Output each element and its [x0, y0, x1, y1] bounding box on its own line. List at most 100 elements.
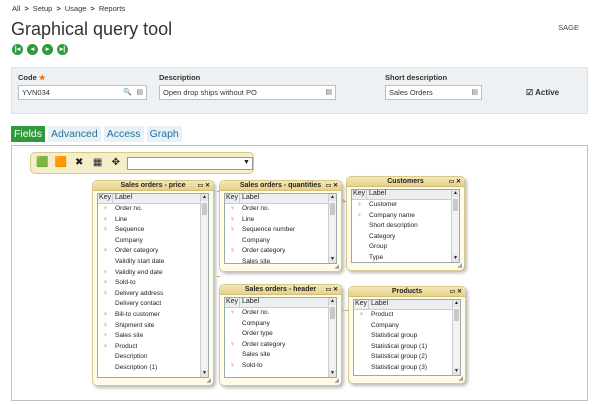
table-controls-icon[interactable]: ▭ ✕ — [198, 181, 210, 191]
scroll-up-icon[interactable]: ▲ — [329, 194, 336, 201]
tab-fields[interactable]: Fields — [11, 126, 46, 142]
field-row[interactable]: ♀ Line — [225, 215, 336, 226]
field-row[interactable]: ♀ Product — [98, 342, 208, 353]
first-record-icon[interactable]: |◂ — [12, 44, 23, 55]
breadcrumb-all[interactable]: All — [12, 4, 20, 13]
scroll-up-icon[interactable]: ▲ — [452, 190, 459, 197]
field-row[interactable]: ♀ Order no. — [225, 308, 336, 319]
table-title[interactable]: Customers ▭ ✕ — [347, 177, 464, 187]
table-controls-icon[interactable]: ▭ ✕ — [449, 177, 461, 187]
code-field[interactable]: YVN034 🔍 ▤ — [18, 85, 147, 100]
tab-advanced[interactable]: Advanced — [48, 126, 101, 142]
table-sales-orders-quantities[interactable]: Sales orders - quantities ▭ ✕ Key Label ♀ Ord… — [219, 180, 342, 272]
next-record-icon[interactable]: ▸ — [42, 44, 53, 55]
resize-grip-icon[interactable]: ◢ — [458, 375, 463, 382]
table-controls-icon[interactable]: ▭ ✕ — [326, 181, 338, 191]
scrollbar[interactable]: ▲ ▼ — [451, 190, 459, 262]
scrollbar[interactable]: ▲ ▼ — [452, 300, 460, 375]
table-sales-orders-price[interactable]: Sales orders - price ▭ ✕ Key Label ♀ Order no… — [92, 180, 214, 386]
field-row[interactable]: ♀ Line — [98, 215, 208, 226]
query-canvas[interactable]: 🟩 🟧 ✖ ▦ ✥ ▼ Sales orders - price ▭ ✕ Key La… — [11, 145, 588, 401]
field-row[interactable]: ♀ Bill-to customer — [98, 310, 208, 321]
description-field[interactable]: Open drop ships without PO ▤ — [159, 85, 336, 100]
field-row[interactable]: Statistical group — [354, 331, 460, 342]
scroll-thumb[interactable] — [330, 203, 335, 215]
search-icon[interactable]: 🔍 — [123, 88, 132, 96]
field-row[interactable]: Company — [354, 321, 460, 332]
tab-access[interactable]: Access — [103, 126, 144, 142]
field-row[interactable]: ♀ Sold-to — [98, 278, 208, 289]
scroll-down-icon[interactable]: ▼ — [329, 370, 336, 377]
field-row[interactable]: Statistical group (3) — [354, 363, 460, 374]
field-row[interactable]: Company — [225, 319, 336, 330]
resize-grip-icon[interactable]: ◢ — [334, 263, 339, 270]
scrollbar[interactable]: ▲ ▼ — [328, 194, 336, 263]
scrollbar[interactable]: ▲ ▼ — [200, 194, 208, 377]
field-row[interactable]: ♀ Product — [354, 310, 460, 321]
scroll-thumb[interactable] — [453, 199, 458, 211]
field-row[interactable]: Short description — [352, 221, 459, 232]
scrollbar[interactable]: ▲ ▼ — [328, 298, 336, 377]
scroll-down-icon[interactable]: ▼ — [452, 255, 459, 262]
field-row[interactable]: Company — [225, 236, 336, 247]
previous-record-icon[interactable]: ◂ — [27, 44, 38, 55]
field-row[interactable]: Order type — [225, 329, 336, 340]
breadcrumb-usage[interactable]: Usage — [65, 4, 87, 13]
lookup-icon[interactable]: ▤ — [136, 88, 143, 96]
field-row[interactable]: Category — [352, 232, 459, 243]
table-title[interactable]: Sales orders - price ▭ ✕ — [93, 181, 213, 191]
breadcrumb-reports[interactable]: Reports — [99, 4, 125, 13]
table-controls-icon[interactable]: ▭ ✕ — [326, 285, 338, 295]
translate-icon[interactable]: ▤ — [325, 88, 332, 96]
field-row[interactable]: ♀ Customer — [352, 200, 459, 211]
resize-grip-icon[interactable]: ◢ — [206, 377, 211, 384]
table-sales-orders-header[interactable]: Sales orders - header ▭ ✕ Key Label ♀ Order n… — [219, 284, 342, 386]
scroll-thumb[interactable] — [454, 309, 459, 321]
field-row[interactable]: ♀ Order category — [98, 246, 208, 257]
tab-graph[interactable]: Graph — [146, 126, 182, 142]
field-row[interactable]: Statistical group (2) — [354, 352, 460, 363]
resize-grip-icon[interactable]: ◢ — [457, 262, 462, 269]
field-row[interactable]: Delivery contact — [98, 299, 208, 310]
add-table-icon[interactable]: 🟩 — [36, 156, 49, 170]
field-row[interactable]: ♀ Shipment site — [98, 321, 208, 332]
field-row[interactable]: Description — [98, 352, 208, 363]
field-row[interactable]: ♀ Sequence number — [225, 225, 336, 236]
resize-grip-icon[interactable]: ◢ — [334, 377, 339, 384]
scroll-down-icon[interactable]: ▼ — [453, 368, 460, 375]
active-checkbox[interactable]: ☑ Active — [526, 88, 559, 97]
scroll-thumb[interactable] — [330, 307, 335, 319]
field-row[interactable]: Company — [98, 236, 208, 247]
translate-icon[interactable]: ▤ — [471, 88, 478, 96]
scroll-up-icon[interactable]: ▲ — [201, 194, 208, 201]
table-controls-icon[interactable]: ▭ ✕ — [450, 287, 462, 297]
table-customers[interactable]: Customers ▭ ✕ Key Label ♀ Customer ♀ Company na… — [346, 176, 465, 271]
table-select[interactable]: ▼ — [127, 156, 253, 170]
last-record-icon[interactable]: ▸| — [57, 44, 68, 55]
table-title[interactable]: Sales orders - header ▭ ✕ — [220, 285, 341, 295]
properties-icon[interactable]: ▦ — [91, 156, 104, 170]
scroll-down-icon[interactable]: ▼ — [329, 256, 336, 263]
field-row[interactable]: ♀ Sequence — [98, 225, 208, 236]
table-title[interactable]: Sales orders - quantities ▭ ✕ — [220, 181, 341, 191]
field-row[interactable]: ♀ Sales site — [98, 331, 208, 342]
scroll-thumb[interactable] — [202, 203, 207, 215]
field-row[interactable]: ♀ Order category — [225, 340, 336, 351]
field-row[interactable]: ♀ Delivery address — [98, 289, 208, 300]
field-row[interactable]: Statistical group (1) — [354, 342, 460, 353]
table-products[interactable]: Products ▭ ✕ Key Label ♀ Product Company Statis… — [348, 286, 466, 384]
field-row[interactable]: ♀ Validity end date — [98, 268, 208, 279]
field-row[interactable]: Sales site — [225, 350, 336, 361]
field-row[interactable]: ♀ Company name — [352, 211, 459, 222]
field-row[interactable]: ♀ Order category — [225, 246, 336, 257]
table-title[interactable]: Products ▭ ✕ — [349, 287, 465, 297]
field-row[interactable]: Validity start date — [98, 257, 208, 268]
field-row[interactable]: Description (1) — [98, 363, 208, 374]
delete-table-icon[interactable]: ✖ — [73, 156, 86, 170]
field-row[interactable]: ♀ Sold-to — [225, 361, 336, 372]
field-row[interactable]: Type — [352, 253, 459, 264]
breadcrumb-setup[interactable]: Setup — [33, 4, 53, 13]
scroll-up-icon[interactable]: ▲ — [453, 300, 460, 307]
short-description-field[interactable]: Sales Orders ▤ — [385, 85, 482, 100]
field-row[interactable]: ♀ Order no. — [98, 204, 208, 215]
